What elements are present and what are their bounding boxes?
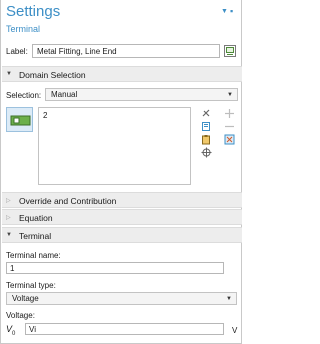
voltage-input[interactable]: Vi [25, 323, 224, 335]
collapse-arrow-icon: ▼ [6, 232, 12, 238]
selection-value: Manual [51, 90, 78, 99]
section-domain-selection[interactable]: ▼ Domain Selection [2, 66, 242, 82]
expand-arrow-icon: ▷ [6, 215, 11, 221]
clear-selection-icon[interactable] [201, 134, 212, 145]
chevron-down-icon: ▼ [227, 92, 233, 98]
label-row: Label: Metal Fitting, Line End [6, 44, 238, 60]
voltage-unit: V [232, 326, 238, 335]
section-title: Terminal [19, 231, 52, 241]
selection-list-icon[interactable] [224, 134, 235, 145]
collapse-arrow-icon[interactable]: ▼ [221, 8, 228, 15]
remove-icon[interactable] [224, 121, 235, 132]
list-item[interactable]: 2 [43, 111, 186, 120]
voltage-symbol: V0 [6, 324, 16, 337]
chevron-down-icon: ▼ [226, 296, 232, 302]
terminal-type-value: Voltage [12, 294, 39, 303]
label-input[interactable]: Metal Fitting, Line End [32, 44, 220, 58]
selection-row: Selection: Manual ▼ [6, 88, 238, 102]
selection-list[interactable]: 2 [38, 107, 191, 185]
section-override-contribution[interactable]: ▷ Override and Contribution [2, 192, 242, 208]
pin-icon[interactable]: ▪ [230, 6, 233, 16]
expand-arrow-icon: ▷ [6, 198, 11, 204]
domain-selection-icon [10, 115, 31, 126]
label-caption: Label: [6, 47, 28, 56]
section-terminal[interactable]: ▼ Terminal [2, 227, 242, 243]
copy-selection-icon[interactable] [201, 121, 212, 132]
active-toggle-button[interactable] [6, 107, 33, 132]
terminal-name-input[interactable]: 1 [6, 262, 224, 274]
terminal-type-label: Terminal type: [6, 281, 56, 290]
zoom-to-selection-icon[interactable] [201, 147, 212, 158]
terminal-type-dropdown[interactable]: Voltage ▼ [6, 292, 237, 305]
settings-panel: Settings Terminal ▼ ▪ Label: Metal Fitti… [0, 0, 242, 344]
edit-label-icon[interactable] [224, 45, 236, 57]
panel-title: Settings [6, 3, 61, 20]
add-icon[interactable] [224, 108, 235, 119]
selection-label: Selection: [6, 91, 42, 100]
collapse-arrow-icon: ▼ [6, 71, 12, 77]
paste-selection-icon[interactable] [201, 108, 212, 119]
selection-dropdown[interactable]: Manual ▼ [45, 88, 238, 101]
terminal-name-label: Terminal name: [6, 251, 61, 260]
section-title: Equation [19, 213, 53, 223]
section-title: Domain Selection [19, 70, 86, 80]
panel-subtitle: Terminal [6, 24, 41, 34]
section-equation[interactable]: ▷ Equation [2, 209, 242, 225]
section-title: Override and Contribution [19, 196, 117, 206]
voltage-label: Voltage: [6, 311, 35, 320]
